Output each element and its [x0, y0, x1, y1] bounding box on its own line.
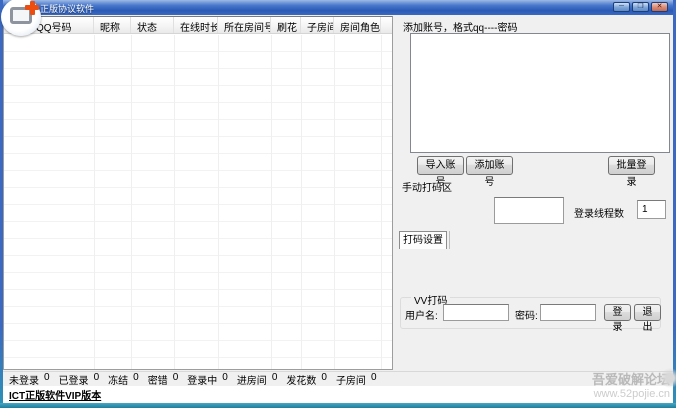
- password-input[interactable]: [540, 304, 596, 321]
- status-subroom: 子房间0: [336, 372, 377, 387]
- account-input-textarea[interactable]: [410, 33, 670, 153]
- vv-login-button[interactable]: 登录: [604, 304, 631, 321]
- column-header-nickname[interactable]: 昵称: [94, 17, 131, 33]
- status-bar: 未登录0 已登录0 冻结0 密错0 登录中0 进房间0 发花数0 子房间0: [3, 371, 673, 386]
- maximize-button[interactable]: ❐: [632, 2, 649, 12]
- manual-captcha-label: 手动打码区: [402, 179, 452, 194]
- tab-edge-divider: [449, 231, 450, 249]
- account-table: QQ号码 昵称 状态 在线时长 所在房间号 刷花 子房间 房间角色: [3, 16, 393, 370]
- status-wrong-password: 密错0: [148, 372, 179, 387]
- column-header-online[interactable]: 在线时长: [174, 17, 218, 33]
- vv-captcha-group: VV打码 用户名: 密码: 登录 退出: [400, 297, 661, 329]
- window-title: 正版协议软件: [40, 2, 94, 15]
- add-account-label: 添加账号，格式qq----密码: [403, 19, 517, 34]
- username-label: 用户名:: [405, 307, 438, 322]
- status-not-logged-in: 未登录0: [9, 372, 50, 387]
- app-window: { "window": { "title": "正版协议软件", "contro…: [0, 0, 676, 408]
- account-table-header: QQ号码 昵称 状态 在线时长 所在房间号 刷花 子房间 房间角色: [4, 17, 392, 34]
- minimize-button[interactable]: ─: [613, 2, 630, 12]
- version-text: ICT正版软件VIP版本: [9, 387, 101, 402]
- column-header-status[interactable]: 状态: [131, 17, 174, 33]
- column-header-role[interactable]: 房间角色: [334, 17, 381, 33]
- batch-login-button[interactable]: 批量登录: [608, 156, 655, 175]
- column-header-flower[interactable]: 刷花: [271, 17, 301, 33]
- status-in-room: 进房间0: [237, 372, 278, 387]
- login-threads-label: 登录线程数: [574, 205, 624, 220]
- control-panel: 添加账号，格式qq----密码 导入账号 添加账号 批量登录 手动打码区 登录线…: [393, 16, 673, 370]
- status-logged-in: 已登录0: [59, 372, 100, 387]
- username-input[interactable]: [443, 304, 509, 321]
- vv-exit-button[interactable]: 退出: [634, 304, 661, 321]
- login-threads-input[interactable]: [637, 200, 666, 219]
- column-header-subroom[interactable]: 子房间: [301, 17, 334, 33]
- status-flowers-sent: 发花数0: [286, 372, 327, 387]
- status-logging-in: 登录中0: [187, 372, 228, 387]
- window-controls: ─ ❐ ✕: [613, 2, 668, 12]
- close-button[interactable]: ✕: [651, 2, 668, 12]
- column-header-room[interactable]: 所在房间号: [218, 17, 271, 33]
- status-frozen: 冻结0: [108, 372, 139, 387]
- captcha-input[interactable]: [494, 197, 564, 224]
- password-label: 密码:: [515, 307, 538, 322]
- add-account-button[interactable]: 添加账号: [466, 156, 513, 175]
- window-border-bottom: [0, 403, 676, 408]
- captcha-settings-tab[interactable]: 打码设置: [399, 231, 447, 249]
- title-bar: 正版协议软件 ─ ❐ ✕: [0, 0, 676, 15]
- import-account-button[interactable]: 导入账号: [417, 156, 464, 175]
- footer-bar: ICT正版软件VIP版本: [3, 386, 673, 403]
